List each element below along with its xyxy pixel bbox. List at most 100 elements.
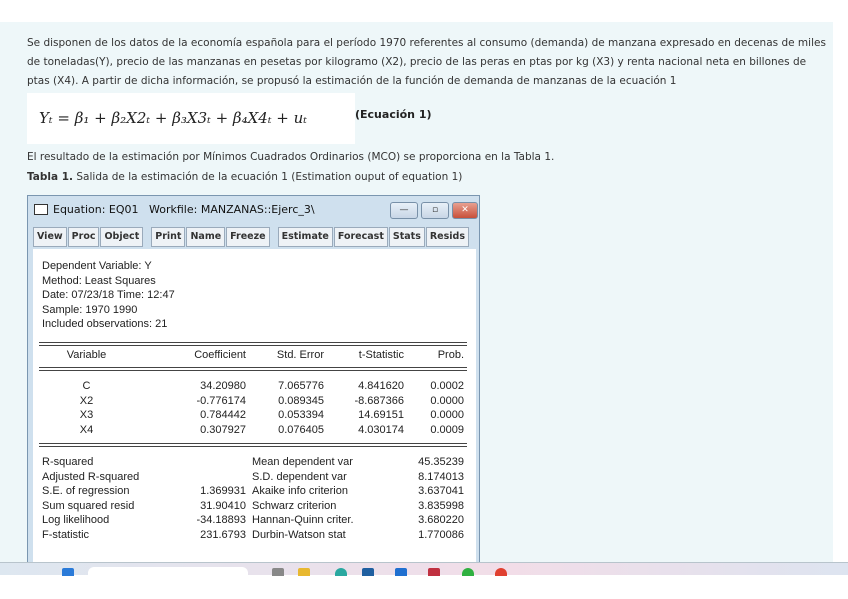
- coefficient-row: C 34.20980 7.065776 4.841620 0.0002: [39, 379, 467, 394]
- table-cell: X2: [79, 394, 94, 407]
- method: Method: Least Squares: [42, 274, 156, 287]
- table-cell: 0.0009: [430, 423, 464, 436]
- resids-button[interactable]: Resids: [425, 227, 469, 247]
- name-button[interactable]: Name: [186, 227, 226, 247]
- sample: Sample: 1970 1990: [42, 303, 138, 316]
- print-button[interactable]: Print: [151, 227, 186, 247]
- coefficient-row: X3 0.784442 0.053394 14.69151 0.0000: [39, 408, 467, 423]
- whatsapp-icon[interactable]: [462, 568, 474, 576]
- table-cell: 7.065776: [278, 380, 324, 392]
- table-cell: 0.076405: [278, 423, 324, 436]
- stats-button[interactable]: Stats: [388, 227, 425, 247]
- table-cell: 14.69151: [358, 409, 404, 421]
- file-explorer-icon[interactable]: [298, 568, 310, 576]
- intro-line-3: ptas (X4). A partir de dicha información…: [27, 75, 677, 87]
- view-button[interactable]: View: [33, 227, 67, 247]
- table-cell: 0.784442: [200, 409, 246, 421]
- maximize-button[interactable]: ▫: [421, 202, 449, 219]
- table-cell: Hannan-Quinn criter.: [252, 514, 354, 526]
- window-menu-icon[interactable]: [34, 204, 48, 215]
- table-cell: Schwarz criterion: [252, 499, 337, 512]
- table-cell: 4.030174: [358, 423, 404, 436]
- document-page: Se disponen de los datos de la economía …: [0, 22, 833, 570]
- caption-text: Salida de la estimación de la ecuación 1…: [73, 171, 463, 183]
- divider: [39, 367, 467, 371]
- table-cell: 0.053394: [278, 409, 324, 421]
- table-cell: 31.90410: [200, 499, 246, 512]
- window-titlebar[interactable]: Equation: EQ01 Workfile: MANZANAS::Ejerc…: [28, 196, 479, 226]
- date-time: Date: 07/23/18 Time: 12:47: [42, 289, 175, 301]
- estimate-button[interactable]: Estimate: [277, 227, 333, 247]
- proc-button[interactable]: Proc: [67, 227, 100, 247]
- close-button[interactable]: ✕: [452, 202, 478, 219]
- table-cell: X3: [79, 409, 94, 421]
- table-cell: 34.20980: [200, 380, 246, 392]
- statistics-table: R-squared Mean dependent var 45.35239 Adjus…: [39, 455, 467, 542]
- coefficient-row: X2 -0.776174 0.089345 -8.687366 0.0000: [39, 394, 467, 409]
- table-cell: Adjusted R-squared: [42, 470, 140, 483]
- column-headers: Variable Coefficient Std. Error t-Statis…: [39, 348, 467, 363]
- intro-line-2: de toneladas(Y), precio de las manzanas …: [27, 56, 807, 68]
- table-cell: 0.0000: [430, 394, 464, 407]
- table-cell: Akaike info criterion: [252, 485, 348, 497]
- task-view-icon[interactable]: [272, 568, 284, 576]
- dependent-variable: Dependent Variable: Y: [42, 260, 152, 272]
- statistic-row: S.E. of regression 1.369931 Akaike info cr…: [39, 484, 467, 499]
- intro-line-1: Se disponen de los datos de la economía …: [27, 37, 826, 49]
- table-cell: 1.369931: [200, 485, 246, 497]
- table-cell: C: [82, 380, 91, 392]
- table-cell: 4.841620: [358, 380, 404, 392]
- freeze-button[interactable]: Freeze: [226, 227, 270, 247]
- table-cell: 0.089345: [278, 394, 324, 407]
- estimation-output: Dependent Variable: Y Method: Least Squa…: [33, 249, 476, 570]
- included-observations: Included observations: 21: [42, 318, 168, 330]
- equation-formula: Yₜ = β₁ + β₂X2ₜ + β₃X3ₜ + β₄X4ₜ + uₜ: [39, 109, 307, 127]
- table-cell: R-squared: [42, 456, 94, 468]
- equation-image: Yₜ = β₁ + β₂X2ₜ + β₃X3ₜ + β₄X4ₜ + uₜ: [27, 93, 355, 144]
- table-cell: 8.174013: [418, 470, 464, 483]
- coefficients-table: C 34.20980 7.065776 4.841620 0.0002 X2 -0.7761…: [39, 379, 467, 437]
- start-icon[interactable]: [62, 568, 74, 576]
- statistic-row: Sum squared resid 31.90410 Schwarz criteri…: [39, 499, 467, 514]
- table-cell: Mean dependent var: [252, 456, 353, 468]
- window-title: Equation: EQ01 Workfile: MANZANAS::Ejerc…: [53, 203, 315, 216]
- table-cell: Sum squared resid: [42, 499, 135, 512]
- table-cell: 45.35239: [418, 456, 464, 468]
- table-cell: S.D. dependent var: [252, 470, 347, 483]
- eviews-equation-window: Equation: EQ01 Workfile: MANZANAS::Ejerc…: [27, 195, 480, 570]
- mail-icon[interactable]: [428, 568, 440, 576]
- col-header: Variable: [66, 349, 107, 361]
- edge-icon[interactable]: [335, 568, 347, 576]
- table-cell: S.E. of regression: [42, 485, 130, 497]
- chrome-icon[interactable]: [495, 568, 507, 576]
- table-cell: 231.6793: [200, 528, 246, 541]
- table-cell: -8.687366: [354, 394, 404, 407]
- caption-bold: Tabla 1.: [27, 171, 74, 183]
- statistic-row: F-statistic 231.6793 Durbin-Watson stat 1.7…: [39, 528, 467, 543]
- col-header: Std. Error: [276, 349, 324, 361]
- statistic-row: Adjusted R-squared S.D. dependent var 8.17…: [39, 470, 467, 485]
- forecast-button[interactable]: Forecast: [333, 227, 388, 247]
- col-header: Coefficient: [194, 349, 246, 361]
- minimize-button[interactable]: —: [390, 202, 418, 219]
- table-cell: 3.835998: [418, 499, 464, 512]
- divider: [39, 443, 467, 447]
- table-cell: 0.0002: [430, 380, 464, 392]
- table-cell: Log likelihood: [42, 514, 110, 526]
- object-button[interactable]: Object: [100, 227, 144, 247]
- table-cell: [189, 470, 249, 485]
- table-cell: 3.680220: [418, 514, 464, 526]
- output-header: Dependent Variable: Y Method: Least Squa…: [42, 259, 175, 332]
- table-caption: Tabla 1. Salida de la estimación de la e…: [27, 168, 827, 187]
- taskbar: [0, 562, 848, 576]
- table-cell: -34.18893: [196, 514, 246, 526]
- app-icon[interactable]: [395, 568, 407, 576]
- divider: [39, 342, 467, 346]
- table-cell: X4: [79, 423, 94, 436]
- taskbar-search[interactable]: [88, 567, 248, 576]
- store-icon[interactable]: [362, 568, 374, 576]
- col-header: t-Statistic: [358, 349, 404, 361]
- equation-label: (Ecuación 1): [355, 108, 432, 121]
- table-cell: [189, 455, 249, 470]
- coefficient-row: X4 0.307927 0.076405 4.030174 0.0009: [39, 423, 467, 438]
